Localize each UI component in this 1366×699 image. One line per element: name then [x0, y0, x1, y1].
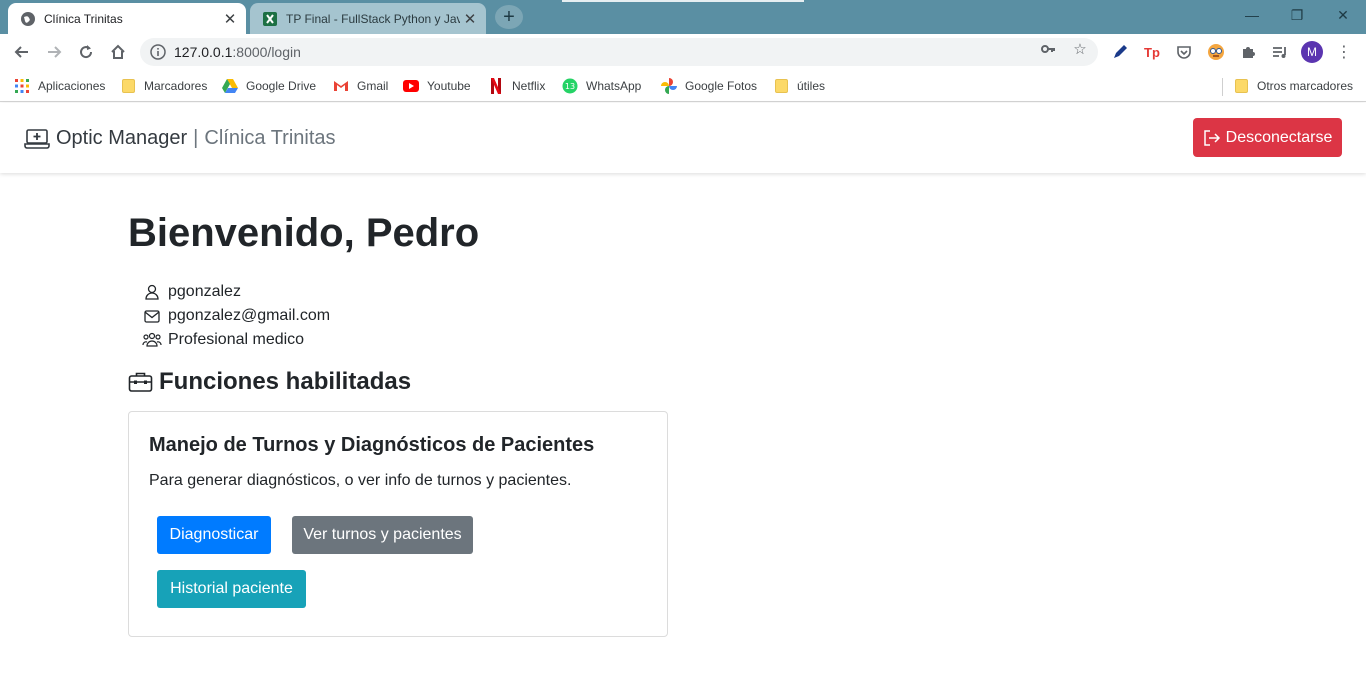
brand-separator: |: [193, 127, 199, 149]
app-navbar: Optic Manager | Clínica Trinitas Descone…: [0, 103, 1366, 173]
restore-icon[interactable]: ❐: [1274, 0, 1320, 30]
new-tab-button[interactable]: +: [495, 5, 523, 29]
close-window-icon[interactable]: ✕: [1320, 0, 1366, 30]
bookmark-google-fotos[interactable]: Google Fotos: [661, 76, 757, 96]
view-appointments-button[interactable]: Ver turnos y pacientes: [292, 516, 473, 554]
folder-icon: [773, 78, 789, 94]
user-role: Profesional medico: [168, 331, 305, 348]
character-extension-icon[interactable]: [1206, 42, 1226, 62]
bookmark-aplicaciones[interactable]: Aplicaciones: [14, 76, 105, 96]
people-icon: [142, 331, 162, 349]
bookmark-label: Gmail: [357, 79, 389, 93]
close-tab-icon[interactable]: ✕: [220, 9, 240, 29]
site-info-icon[interactable]: [150, 44, 166, 60]
logout-icon: [1203, 129, 1220, 146]
user-email-row: pgonzalez@gmail.com: [142, 304, 330, 328]
minimize-icon[interactable]: —: [1229, 0, 1275, 30]
tp-extension-icon[interactable]: Tp: [1142, 42, 1162, 62]
bookmark-label: Aplicaciones: [38, 79, 106, 93]
functions-card: Manejo de Turnos y Diagnósticos de Pacie…: [128, 411, 668, 637]
person-icon: [142, 283, 162, 301]
brand-name: Optic Manager: [56, 127, 188, 149]
media-queue-icon[interactable]: [1270, 42, 1290, 62]
bookmark-label: Marcadores: [144, 79, 208, 93]
bookmark-label: WhatsApp: [586, 79, 642, 93]
laptop-medical-icon: [24, 128, 50, 149]
svg-text:13: 13: [565, 82, 575, 91]
bookmark-label: útiles: [797, 79, 826, 93]
address-bar[interactable]: 127.0.0.1:8000/login: [140, 38, 1098, 66]
bookmark-label: Youtube: [427, 79, 471, 93]
folder-icon: [120, 78, 136, 94]
url-text: 127.0.0.1:8000/login: [174, 44, 301, 60]
excel-icon: [262, 11, 278, 27]
functions-heading: Funciones habilitadas: [128, 368, 411, 396]
browser-toolbar: 127.0.0.1:8000/login ☆ Tp M ⋮: [0, 34, 1366, 70]
back-icon[interactable]: [8, 38, 36, 66]
brand-subtitle: Clínica Trinitas: [204, 127, 336, 149]
user-username-row: pgonzalez: [142, 280, 330, 304]
bookmark-otros-marcadores[interactable]: Otros marcadores: [1233, 76, 1353, 96]
pen-extension-icon[interactable]: [1110, 42, 1130, 62]
envelope-icon: [142, 307, 162, 325]
patient-history-button[interactable]: Historial paciente: [157, 570, 306, 608]
google-photos-icon: [661, 78, 677, 94]
netflix-icon: [488, 78, 504, 94]
navbar-brand[interactable]: Optic Manager | Clínica Trinitas: [24, 127, 336, 150]
toolbox-icon: [128, 372, 153, 392]
tab-tp-final[interactable]: TP Final - FullStack Python y Java ✕: [250, 3, 486, 34]
tab-title: TP Final - FullStack Python y Java: [286, 11, 460, 26]
bookmarks-bar: Aplicaciones Marcadores Google Drive Gma…: [0, 70, 1366, 102]
folder-icon: [1233, 78, 1249, 94]
reload-icon[interactable]: [72, 38, 100, 66]
bookmark-youtube[interactable]: Youtube: [403, 76, 471, 96]
key-icon[interactable]: [1039, 40, 1057, 58]
user-username: pgonzalez: [168, 283, 241, 300]
card-text: Para generar diagnósticos, o ver info de…: [149, 472, 572, 489]
bookmark-gmail[interactable]: Gmail: [333, 76, 388, 96]
browser-tab-strip: Clínica Trinitas ✕ TP Final - FullStack …: [0, 0, 1366, 34]
user-email: pgonzalez@gmail.com: [168, 307, 331, 324]
bookmark-label: Google Fotos: [685, 79, 758, 93]
bookmark-label: Google Drive: [246, 79, 317, 93]
tab-strip-highlight: [562, 0, 804, 2]
tab-title: Clínica Trinitas: [44, 11, 123, 26]
youtube-icon: [403, 78, 419, 94]
user-role-row: Profesional medico: [142, 328, 330, 352]
bookmark-label: Netflix: [512, 79, 546, 93]
welcome-heading: Bienvenido, Pedro: [128, 211, 480, 255]
gmail-icon: [333, 78, 349, 94]
bookmark-google-drive[interactable]: Google Drive: [222, 76, 316, 96]
user-info: pgonzalez pgonzalez@gmail.com Profesiona…: [142, 280, 330, 352]
menu-kebab-icon[interactable]: ⋮: [1334, 42, 1354, 62]
bookmarks-divider: [1222, 78, 1223, 96]
bookmark-whatsapp[interactable]: 13 WhatsApp: [562, 76, 641, 96]
apps-grid-icon: [14, 78, 30, 94]
home-icon[interactable]: [104, 38, 132, 66]
whatsapp-icon: 13: [562, 78, 578, 94]
google-drive-icon: [222, 78, 238, 94]
close-tab-icon[interactable]: ✕: [460, 9, 480, 29]
globe-icon: [20, 11, 36, 27]
forward-icon[interactable]: [40, 38, 68, 66]
bookmark-label: Otros marcadores: [1257, 79, 1354, 93]
logout-button[interactable]: Desconectarse: [1193, 118, 1342, 157]
pocket-extension-icon[interactable]: [1174, 42, 1194, 62]
card-title: Manejo de Turnos y Diagnósticos de Pacie…: [149, 434, 595, 456]
bookmark-marcadores[interactable]: Marcadores: [120, 76, 207, 96]
profile-avatar[interactable]: M: [1301, 41, 1323, 63]
bookmark-star-icon[interactable]: ☆: [1071, 40, 1089, 58]
functions-heading-text: Funciones habilitadas: [159, 368, 412, 395]
bookmark-utiles[interactable]: útiles: [773, 76, 825, 96]
diagnose-button[interactable]: Diagnosticar: [157, 516, 271, 554]
extensions-puzzle-icon[interactable]: [1238, 42, 1258, 62]
bookmark-netflix[interactable]: Netflix: [488, 76, 545, 96]
tab-clinica-trinitas[interactable]: Clínica Trinitas ✕: [8, 3, 246, 34]
logout-label: Desconectarse: [1225, 128, 1333, 146]
